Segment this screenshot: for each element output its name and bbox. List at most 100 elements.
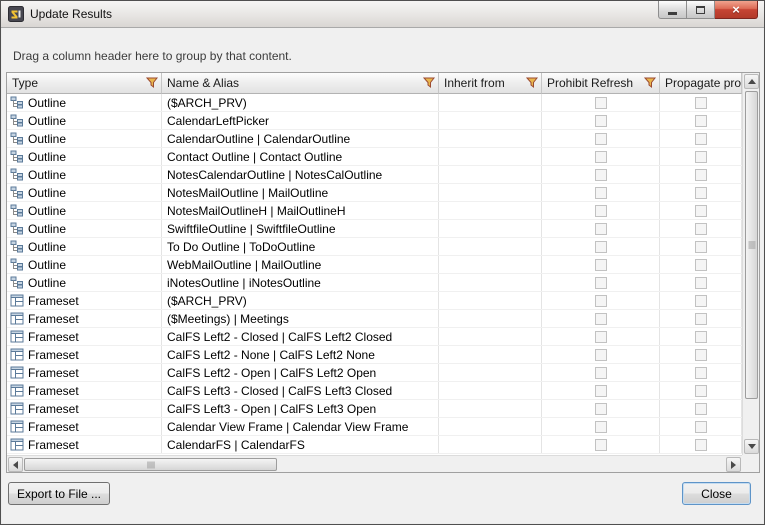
prohibit-refresh-checkbox[interactable] <box>595 277 607 289</box>
propagate-checkbox[interactable] <box>695 133 707 145</box>
name-alias-cell: WebMailOutline | MailOutline <box>162 256 439 273</box>
table-row[interactable]: Frameset ($ARCH_PRV) <box>7 292 742 310</box>
propagate-checkbox[interactable] <box>695 421 707 433</box>
table-row[interactable]: Outline NotesMailOutline | MailOutline <box>7 184 742 202</box>
table-row[interactable]: Outline To Do Outline | ToDoOutline <box>7 238 742 256</box>
prohibit-refresh-checkbox[interactable] <box>595 439 607 451</box>
inherit-from-cell <box>439 112 542 129</box>
vertical-scrollbar-thumb[interactable] <box>745 91 758 399</box>
column-header[interactable]: Propagate pro <box>660 73 742 94</box>
propagate-checkbox[interactable] <box>695 439 707 451</box>
prohibit-refresh-checkbox[interactable] <box>595 367 607 379</box>
prohibit-refresh-checkbox[interactable] <box>595 241 607 253</box>
table-row[interactable]: Outline ($ARCH_PRV) <box>7 94 742 112</box>
titlebar[interactable]: Update Results × <box>1 1 764 28</box>
propagate-checkbox[interactable] <box>695 295 707 307</box>
prohibit-refresh-checkbox[interactable] <box>595 151 607 163</box>
close-button[interactable]: Close <box>682 482 751 505</box>
column-header-label: Inherit from <box>444 76 505 90</box>
outline-icon <box>10 222 24 235</box>
prohibit-refresh-checkbox[interactable] <box>595 421 607 433</box>
prohibit-refresh-checkbox[interactable] <box>595 349 607 361</box>
propagate-checkbox[interactable] <box>695 349 707 361</box>
prohibit-refresh-checkbox[interactable] <box>595 97 607 109</box>
table-row[interactable]: Outline CalendarLeftPicker <box>7 112 742 130</box>
filter-icon[interactable] <box>526 77 539 89</box>
prohibit-refresh-cell <box>542 220 660 237</box>
propagate-checkbox[interactable] <box>695 241 707 253</box>
prohibit-refresh-checkbox[interactable] <box>595 223 607 235</box>
scrollbar-corner <box>742 455 759 472</box>
horizontal-scrollbar-thumb[interactable] <box>24 458 277 471</box>
table-row[interactable]: Outline NotesCalendarOutline | NotesCalO… <box>7 166 742 184</box>
propagate-checkbox[interactable] <box>695 367 707 379</box>
prohibit-refresh-cell <box>542 292 660 309</box>
prohibit-refresh-checkbox[interactable] <box>595 385 607 397</box>
table-row[interactable]: Frameset ($Meetings) | Meetings <box>7 310 742 328</box>
prohibit-refresh-cell <box>542 202 660 219</box>
prohibit-refresh-checkbox[interactable] <box>595 259 607 271</box>
prohibit-refresh-checkbox[interactable] <box>595 295 607 307</box>
propagate-checkbox[interactable] <box>695 115 707 127</box>
table-row[interactable]: Frameset Calendar View Frame | Calendar … <box>7 418 742 436</box>
scroll-down-button[interactable] <box>744 439 759 454</box>
prohibit-refresh-checkbox[interactable] <box>595 187 607 199</box>
prohibit-refresh-checkbox[interactable] <box>595 169 607 181</box>
inherit-from-cell <box>439 436 542 453</box>
filter-icon[interactable] <box>644 77 657 89</box>
prohibit-refresh-checkbox[interactable] <box>595 403 607 415</box>
table-row[interactable]: Outline iNotesOutline | iNotesOutline <box>7 274 742 292</box>
table-row[interactable]: Frameset CalFS Left2 - None | CalFS Left… <box>7 346 742 364</box>
type-cell-label: Outline <box>28 204 66 218</box>
propagate-checkbox[interactable] <box>695 151 707 163</box>
column-header[interactable]: Type <box>7 73 162 94</box>
propagate-checkbox[interactable] <box>695 313 707 325</box>
table-row[interactable]: Outline Contact Outline | Contact Outlin… <box>7 148 742 166</box>
scroll-up-button[interactable] <box>744 74 759 89</box>
name-alias-cell: CalendarLeftPicker <box>162 112 439 129</box>
table-row[interactable]: Outline SwiftfileOutline | SwiftfileOutl… <box>7 220 742 238</box>
propagate-checkbox[interactable] <box>695 331 707 343</box>
propagate-checkbox[interactable] <box>695 277 707 289</box>
column-header[interactable]: Name & Alias <box>162 73 439 94</box>
propagate-checkbox[interactable] <box>695 385 707 397</box>
propagate-checkbox[interactable] <box>695 169 707 181</box>
horizontal-scrollbar[interactable] <box>7 455 742 472</box>
close-window-button[interactable]: × <box>715 1 758 19</box>
minimize-button[interactable] <box>658 1 687 19</box>
prohibit-refresh-checkbox[interactable] <box>595 313 607 325</box>
propagate-checkbox[interactable] <box>695 187 707 199</box>
prohibit-refresh-checkbox[interactable] <box>595 115 607 127</box>
table-row[interactable]: Outline WebMailOutline | MailOutline <box>7 256 742 274</box>
table-row[interactable]: Frameset CalFS Left3 - Closed | CalFS Le… <box>7 382 742 400</box>
prohibit-refresh-cell <box>542 436 660 453</box>
table-row[interactable]: Frameset CalFS Left2 - Open | CalFS Left… <box>7 364 742 382</box>
type-cell-label: Frameset <box>28 366 79 380</box>
maximize-button[interactable] <box>687 1 715 19</box>
filter-icon[interactable] <box>146 77 159 89</box>
column-header[interactable]: Inherit from <box>439 73 542 94</box>
propagate-checkbox[interactable] <box>695 205 707 217</box>
table-row[interactable]: Frameset CalFS Left2 - Closed | CalFS Le… <box>7 328 742 346</box>
propagate-checkbox[interactable] <box>695 97 707 109</box>
prohibit-refresh-checkbox[interactable] <box>595 133 607 145</box>
column-header[interactable]: Prohibit Refresh <box>542 73 660 94</box>
vertical-scrollbar[interactable] <box>742 73 759 455</box>
table-row[interactable]: Outline CalendarOutline | CalendarOutlin… <box>7 130 742 148</box>
prohibit-refresh-checkbox[interactable] <box>595 331 607 343</box>
scroll-left-button[interactable] <box>8 457 23 472</box>
inherit-from-cell <box>439 184 542 201</box>
scroll-right-button[interactable] <box>726 457 741 472</box>
export-to-file-button[interactable]: Export to File ... <box>8 482 110 505</box>
outline-icon <box>10 150 24 163</box>
propagate-checkbox[interactable] <box>695 223 707 235</box>
propagate-checkbox[interactable] <box>695 259 707 271</box>
table-row[interactable]: Frameset CalendarFS | CalendarFS <box>7 436 742 454</box>
table-row[interactable]: Outline NotesMailOutlineH | MailOutlineH <box>7 202 742 220</box>
prohibit-refresh-checkbox[interactable] <box>595 205 607 217</box>
propagate-checkbox[interactable] <box>695 403 707 415</box>
type-cell: Outline <box>7 256 162 273</box>
table-row[interactable]: Frameset CalFS Left3 - Open | CalFS Left… <box>7 400 742 418</box>
type-cell: Frameset <box>7 328 162 345</box>
filter-icon[interactable] <box>423 77 436 89</box>
